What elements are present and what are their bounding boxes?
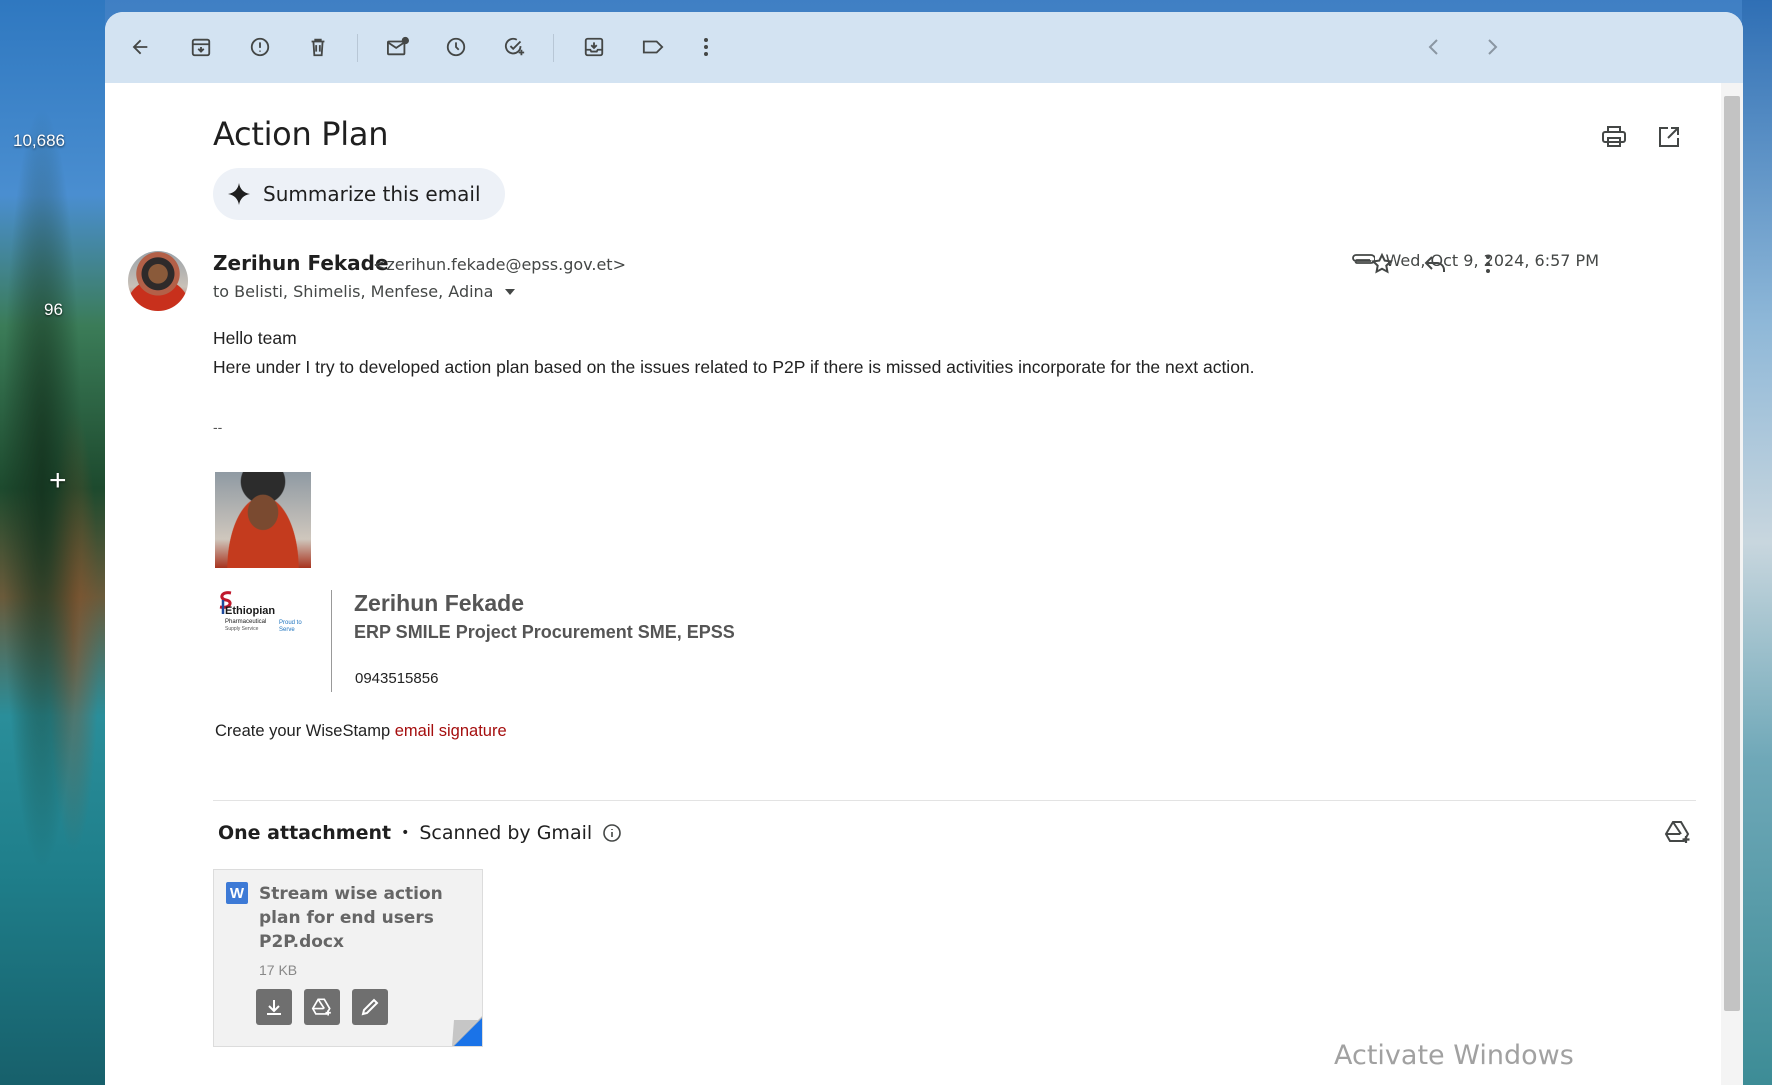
signature-separator: --: [213, 419, 223, 435]
message-toolbar: [105, 12, 1743, 83]
recipients-toggle[interactable]: to Belisti, Shimelis, Menfese, Adina: [213, 282, 516, 301]
sender-email: <zerihun.fekade@epss.gov.et>: [373, 255, 626, 274]
print-icon[interactable]: [1597, 120, 1631, 154]
sender-name[interactable]: Zerihun Fekade: [213, 251, 389, 275]
wisestamp-prefix: Create your WiseStamp: [215, 722, 395, 740]
edit-button[interactable]: [352, 989, 388, 1025]
mark-unread-icon[interactable]: [380, 29, 416, 65]
wisestamp-line: Create your WiseStamp email signature: [215, 722, 507, 741]
epss-logo-tag: Proud to Serve: [279, 620, 302, 633]
chevron-down-icon: [505, 288, 516, 295]
attachment-card[interactable]: W Stream wise action plan for end users …: [213, 869, 483, 1047]
word-doc-icon: W: [226, 882, 248, 904]
archive-icon[interactable]: [183, 29, 219, 65]
delete-icon[interactable]: [300, 29, 336, 65]
sparkle-icon: [228, 183, 250, 205]
desktop-counter-top: 10,686: [13, 131, 65, 150]
reply-icon[interactable]: [1418, 247, 1452, 281]
epss-logo-sub2: Supply Service: [225, 626, 259, 632]
pencil-icon: [361, 998, 379, 1016]
attachments-count: One attachment: [218, 822, 392, 844]
move-to-icon[interactable]: [576, 29, 612, 65]
scanned-label: Scanned by Gmail: [419, 822, 593, 844]
scrollbar-thumb[interactable]: [1724, 96, 1740, 1011]
epss-logo: Ethiopian Pharmaceutical Supply Service …: [215, 590, 311, 642]
attachments-divider: [213, 800, 1696, 801]
download-icon: [267, 1000, 281, 1015]
desktop-counter-mid: 96: [44, 300, 63, 319]
desktop-wallpaper-right: [1742, 0, 1772, 1085]
signature-title: ERP SMILE Project Procurement SME, EPSS: [354, 622, 735, 642]
attachment-name: Stream wise action plan for end users P2…: [259, 884, 443, 952]
signature-divider: [331, 590, 332, 692]
sender-avatar[interactable]: [128, 251, 188, 311]
desktop-wallpaper: [0, 0, 105, 1085]
gmail-message-window: Action Plan Summarize this email Zerihun…: [105, 12, 1743, 1085]
star-icon[interactable]: [1365, 247, 1399, 281]
add-to-drive-button[interactable]: [304, 989, 340, 1025]
attachments-header: One attachment • Scanned by Gmail: [218, 822, 622, 844]
message-more-icon[interactable]: [1471, 247, 1505, 281]
signature-name: Zerihun Fekade: [354, 590, 524, 616]
back-icon[interactable]: [122, 29, 158, 65]
toolbar-separator: [357, 34, 358, 62]
separator-dot: •: [401, 825, 410, 841]
signature-photo: [215, 472, 311, 568]
attachment-size: 17 KB: [259, 962, 298, 978]
report-spam-icon[interactable]: [242, 29, 278, 65]
more-icon[interactable]: [688, 29, 724, 65]
prev-icon[interactable]: [1416, 29, 1452, 65]
toolbar-separator: [553, 34, 554, 62]
label-icon[interactable]: [635, 29, 671, 65]
email-signature-link[interactable]: email signature: [395, 722, 507, 740]
desktop-plus-icon[interactable]: +: [49, 466, 67, 496]
signature-phone: 0943515856: [355, 670, 439, 687]
summarize-label: Summarize this email: [263, 182, 481, 206]
drive-add-icon: [311, 998, 331, 1016]
epss-logo-sub: Pharmaceutical: [225, 619, 267, 625]
snooze-icon[interactable]: [438, 29, 474, 65]
body-paragraph: Here under I try to developed action pla…: [213, 357, 1255, 377]
add-all-to-drive-icon[interactable]: [1661, 815, 1695, 849]
page-fold-corner: [452, 1016, 482, 1046]
download-button[interactable]: [256, 989, 292, 1025]
body-greeting: Hello team: [213, 328, 297, 348]
summarize-button[interactable]: Summarize this email: [213, 168, 505, 220]
add-task-icon[interactable]: [497, 29, 533, 65]
email-subject: Action Plan: [213, 115, 389, 153]
info-icon[interactable]: [602, 823, 622, 843]
next-icon[interactable]: [1474, 29, 1510, 65]
epss-logo-title: Ethiopian: [225, 605, 276, 617]
activate-windows-watermark: Activate Windows: [1334, 1040, 1574, 1071]
open-in-new-window-icon[interactable]: [1652, 120, 1686, 154]
recipients-label: to Belisti, Shimelis, Menfese, Adina: [213, 282, 494, 301]
